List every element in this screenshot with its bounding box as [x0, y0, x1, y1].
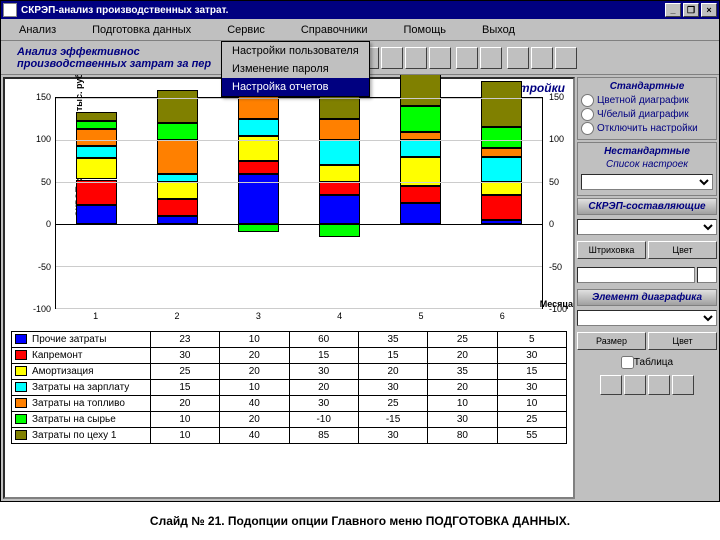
page-title-2: производственных затрат за пер — [17, 58, 227, 70]
tool-icon[interactable] — [456, 47, 478, 69]
chart-pane: Настройки СКРЭП-составляющие, тыс. руб 1… — [3, 77, 575, 499]
minimize-button[interactable]: _ — [665, 3, 681, 17]
tool-icon[interactable] — [555, 47, 577, 69]
window-title: СКРЭП-анализ производственных затрат. — [21, 5, 228, 16]
y-axis: 150100500-50-100 — [27, 97, 53, 309]
tool-icon[interactable] — [480, 47, 502, 69]
menu-analysis[interactable]: Анализ — [1, 24, 74, 36]
group-standard-title: Стандартные — [581, 81, 713, 92]
footer-caption: Слайд № 21. Подопции опции Главного меню… — [0, 502, 720, 540]
menu-data-prep[interactable]: Подготовка данных — [74, 24, 209, 36]
x-axis: 123456 — [55, 309, 543, 327]
element-select[interactable] — [577, 310, 717, 326]
x-axis-label: Месяца — [540, 299, 573, 309]
chart-area: СКРЭП-составляющие, тыс. руб 150100500-5… — [55, 97, 543, 327]
maximize-button[interactable]: ❐ — [683, 3, 699, 17]
icon-btn[interactable] — [648, 375, 670, 395]
tool-icon[interactable] — [531, 47, 553, 69]
app-icon — [3, 3, 17, 17]
menu-exit[interactable]: Выход — [464, 24, 533, 36]
side-panel: Стандартные Цветной диаграфик Ч/белый ди… — [577, 77, 717, 499]
close-button[interactable]: × — [701, 3, 717, 17]
plot-area — [55, 97, 543, 309]
data-table: Прочие затраты23106035255Капремонт302015… — [11, 331, 567, 444]
group-nonstd-title: Нестандартные — [581, 146, 713, 157]
menu-service[interactable]: Сервис — [209, 24, 283, 36]
y-axis-right: 150100500-50-100 — [547, 97, 573, 309]
tool-icon[interactable] — [381, 47, 403, 69]
tool-icon[interactable] — [429, 47, 451, 69]
pattern-field[interactable] — [577, 267, 695, 283]
settings-select[interactable] — [581, 174, 713, 190]
label-components: СКРЭП-составляющие — [577, 198, 717, 215]
radio-disable[interactable]: Отключить настройки — [581, 122, 713, 135]
radio-color[interactable]: Цветной диаграфик — [581, 94, 713, 107]
radio-bw[interactable]: Ч/белый диаграфик — [581, 108, 713, 121]
label-element: Элемент диаграфика — [577, 289, 717, 306]
menu-help[interactable]: Помощь — [386, 24, 465, 36]
tool-icon[interactable] — [405, 47, 427, 69]
icon-btn[interactable] — [672, 375, 694, 395]
table-checkbox[interactable]: Таблица — [577, 356, 717, 369]
page-title-1: Анализ эффективнос — [17, 46, 227, 58]
group-nonstd-sub: Список настроек — [581, 159, 713, 170]
service-dropdown: Настройки пользователя Изменение пароля … — [221, 41, 370, 97]
color2-button[interactable]: Цвет — [648, 332, 717, 350]
color-button[interactable]: Цвет — [648, 241, 717, 259]
menubar: Анализ Подготовка данных Сервис Справочн… — [1, 19, 719, 41]
icon-btn[interactable] — [624, 375, 646, 395]
dropdown-user-settings[interactable]: Настройки пользователя — [222, 42, 369, 60]
dropdown-report-settings[interactable]: Настройка отчетов — [222, 78, 369, 96]
hatch-button[interactable]: Штриховка — [577, 241, 646, 259]
component-select[interactable] — [577, 219, 717, 235]
menu-refs[interactable]: Справочники — [283, 24, 386, 36]
tool-icon[interactable] — [507, 47, 529, 69]
size-button[interactable]: Размер — [577, 332, 646, 350]
pattern-swatch[interactable] — [697, 267, 717, 283]
refresh-icon[interactable] — [600, 375, 622, 395]
titlebar: СКРЭП-анализ производственных затрат. _ … — [1, 1, 719, 19]
dropdown-change-password[interactable]: Изменение пароля — [222, 60, 369, 78]
